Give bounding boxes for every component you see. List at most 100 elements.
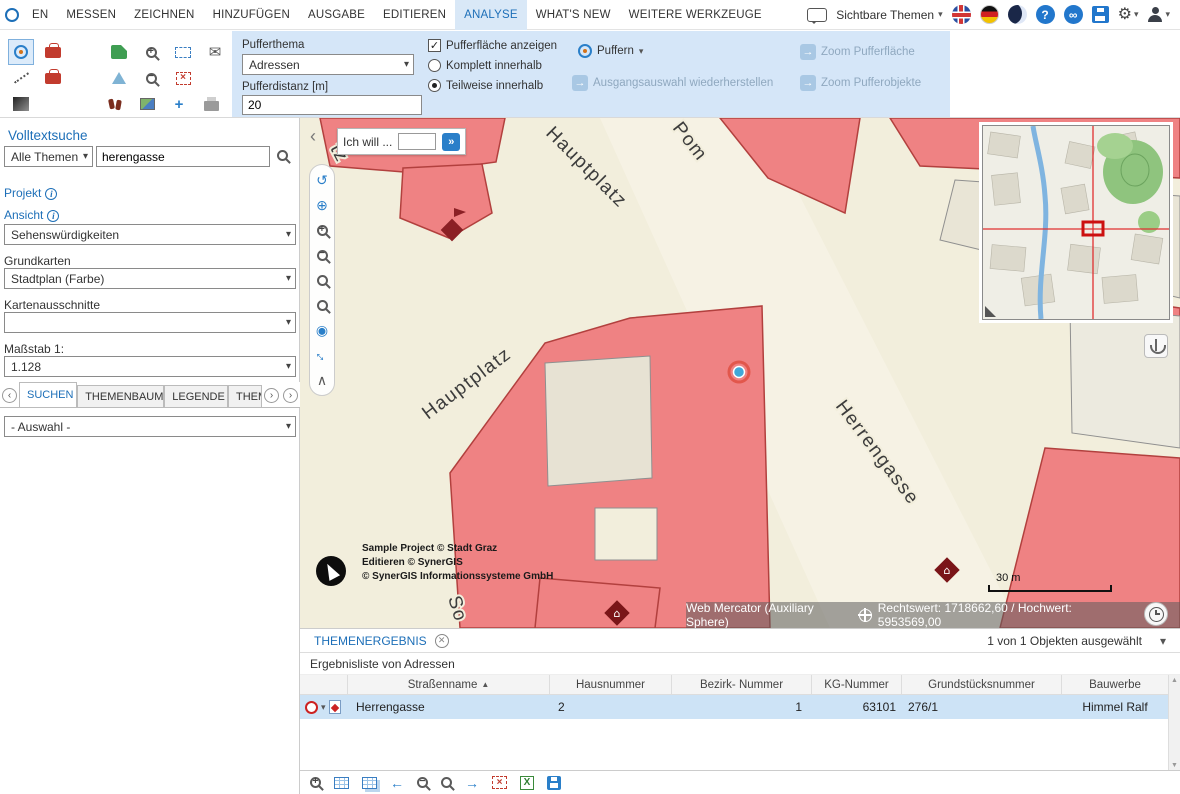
overview-map-button[interactable] (134, 91, 160, 117)
save-icon[interactable] (1091, 6, 1109, 23)
remove-selection-icon[interactable]: × (492, 776, 507, 789)
menu-tab-hinzufuegen[interactable]: HINZUFÜGEN (204, 0, 299, 30)
tabs-scroll-right-icon[interactable]: › (264, 388, 279, 403)
column-bezirk-nummer[interactable]: Bezirk- Nummer (672, 675, 812, 694)
tab-themen-partial[interactable]: THEM (228, 385, 262, 407)
tab-themenbaum[interactable]: THEMENBAUM (77, 385, 165, 407)
show-buffer-area-checkbox[interactable]: ✓ Pufferfläche anzeigen (428, 39, 557, 52)
map-extent-select[interactable] (4, 312, 296, 333)
german-language-flag-icon[interactable] (979, 5, 999, 24)
full-extent-arrows-icon[interactable]: ↔ (311, 344, 334, 367)
tabs-overflow-icon[interactable]: › (283, 388, 298, 403)
buffer-distance-input[interactable] (242, 95, 422, 115)
copy-table-icon[interactable] (362, 776, 377, 789)
save-results-icon[interactable] (547, 775, 561, 790)
next-result-icon[interactable]: → (465, 776, 479, 790)
info-icon[interactable]: i (45, 188, 58, 200)
menu-tab-zeichnen[interactable]: ZEICHNEN (125, 0, 203, 30)
menu-tab-weitere-werkzeuge[interactable]: WEITERE WERKZEUGE (620, 0, 771, 30)
scroll-up-icon[interactable]: ▲ (1171, 677, 1178, 684)
column-kg-nummer[interactable]: KG-Nummer (812, 675, 902, 694)
menu-tab-en[interactable]: EN (23, 0, 57, 30)
pan-button[interactable]: + (166, 91, 192, 117)
info-icon[interactable]: i (47, 210, 60, 222)
buffer-run-button[interactable]: Puffern ▾ (578, 44, 643, 58)
column-hausnummer[interactable]: Hausnummer (550, 675, 672, 694)
menu-tab-ausgabe[interactable]: AUSGABE (299, 0, 374, 30)
theme-filter-select[interactable]: Alle Themen (4, 146, 93, 167)
buffer-theme-select[interactable]: Adressen (242, 54, 414, 75)
share-link-icon[interactable]: ∞ (1063, 5, 1083, 24)
route-walk-button[interactable] (102, 91, 128, 117)
basemap-select[interactable]: Stadtplan (Farbe) (4, 268, 296, 289)
zoom-rectangle-icon[interactable] (314, 297, 330, 313)
scale-select[interactable]: 1.128 (4, 356, 296, 377)
zoom-to-results-icon[interactable] (310, 776, 321, 788)
feedback-icon[interactable] (807, 7, 828, 24)
row-options-chevron-icon[interactable]: ▾ (321, 702, 326, 713)
menu-tab-analyse[interactable]: ANALYSE (455, 0, 527, 30)
zoom-out-tool-button[interactable] (138, 65, 164, 91)
zoom-buffer-objects-button[interactable]: → Zoom Pufferobjekte (800, 75, 921, 91)
zoom-to-record-icon[interactable] (328, 700, 341, 714)
completely-within-radio[interactable]: Komplett innerhalb (428, 59, 542, 72)
menu-tab-messen[interactable]: MESSEN (57, 0, 125, 30)
user-menu-button[interactable]: ▾ (1147, 7, 1170, 22)
menu-tab-whats-new[interactable]: WHAT'S NEW (527, 0, 620, 30)
select-rectangle-button[interactable] (170, 39, 196, 65)
buffer-tool-button[interactable] (8, 39, 34, 65)
zoom-full-extent-icon[interactable] (314, 272, 330, 288)
raster-layer-button[interactable] (8, 91, 34, 117)
export-excel-icon[interactable]: X (520, 775, 534, 790)
mail-button[interactable]: ✉ (202, 39, 228, 65)
locate-icon[interactable]: ◉ (314, 322, 330, 338)
menu-tab-editieren[interactable]: EDITIEREN (374, 0, 455, 30)
fulltext-search-input[interactable] (96, 146, 270, 167)
column-strassenname[interactable]: Straßenname ▲ (348, 675, 550, 694)
collapse-panel-icon[interactable]: ▾ (1160, 634, 1166, 648)
highlight-target-icon[interactable] (305, 700, 318, 714)
history-clock-button[interactable] (1144, 602, 1168, 626)
selection-select[interactable]: - Auswahl - (4, 416, 296, 437)
column-grundstuecksnummer[interactable]: Grundstücksnummer (902, 675, 1062, 694)
table-view-icon[interactable] (334, 776, 349, 789)
search-icon[interactable] (277, 150, 288, 161)
zoom-buffer-area-button[interactable]: → Zoom Pufferfläche (800, 44, 915, 60)
table-row-selected[interactable]: ▾ Herrengasse 2 1 63101 276/1 Himmel Ral… (300, 695, 1168, 719)
tab-legende[interactable]: LEGENDE (164, 385, 228, 407)
scroll-down-icon[interactable]: ▼ (1171, 762, 1178, 769)
dark-mode-icon[interactable] (1007, 5, 1027, 24)
toolbox-button[interactable] (40, 39, 66, 65)
clear-selection-tool-button[interactable]: × (170, 65, 196, 91)
overview-map[interactable] (979, 122, 1173, 323)
overview-resize-handle[interactable] (985, 306, 996, 317)
restore-selection-button[interactable]: → Ausgangsauswahl wiederherstellen (572, 75, 773, 91)
help-icon[interactable]: ? (1035, 5, 1055, 24)
3d-view-button[interactable] (106, 65, 132, 91)
globe-icon[interactable]: ⊕ (314, 197, 330, 213)
english-language-flag-icon[interactable] (951, 5, 971, 24)
view-select[interactable]: Sehenswürdigkeiten (4, 224, 296, 245)
tab-suchen[interactable]: SUCHEN (19, 382, 78, 407)
zoom-in-result-icon[interactable] (441, 777, 452, 788)
previous-result-icon[interactable]: ← (390, 776, 404, 790)
ich-will-action-icon[interactable]: » (442, 132, 461, 151)
column-bauwerber[interactable]: Bauwerbe (1062, 675, 1168, 694)
tabs-scroll-left-icon[interactable]: ‹ (2, 388, 17, 403)
map-viewport[interactable]: Hauptplatz Hauptplatz Herrengasse Pom tz… (300, 118, 1180, 628)
ich-will-input[interactable] (398, 133, 437, 150)
results-scrollbar[interactable]: ▲ ▼ (1168, 675, 1180, 771)
zoom-in-tool-button[interactable] (138, 39, 164, 65)
print-button[interactable] (198, 91, 224, 117)
ich-will-widget[interactable]: Ich will ... » (337, 128, 467, 155)
zoom-out-result-icon[interactable] (417, 776, 428, 788)
zoom-out-icon[interactable] (314, 247, 330, 263)
partially-within-radio[interactable]: Teilweise innerhalb (428, 79, 543, 92)
settings-menu-button[interactable]: ⚙ ▾ (1118, 6, 1139, 23)
anchor-button[interactable] (1144, 334, 1168, 358)
collapse-toolstrip-icon[interactable]: ∧ (314, 372, 330, 388)
refresh-icon[interactable]: ↺ (314, 172, 330, 188)
measure-line-button[interactable] (8, 65, 34, 91)
toolbox-open-button[interactable] (40, 65, 66, 91)
tab-themenergebnis[interactable]: THEMENERGEBNIS (314, 634, 427, 648)
